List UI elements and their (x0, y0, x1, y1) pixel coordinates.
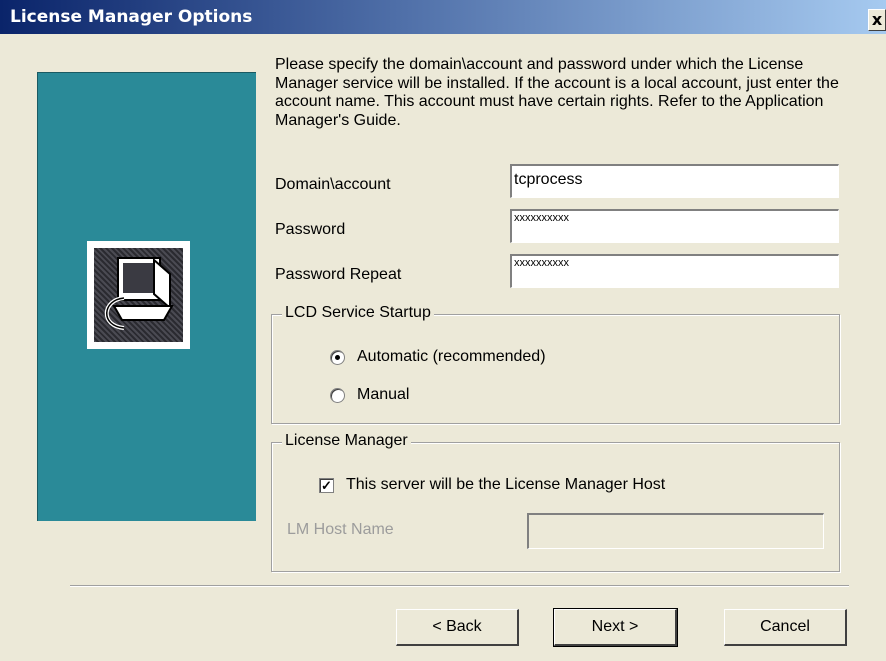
computer-setup-icon (87, 241, 190, 349)
title-bar: License Manager Options x (0, 0, 886, 34)
close-icon[interactable]: x (872, 10, 882, 29)
license-manager-title: License Manager (282, 432, 411, 450)
password-repeat-label: Password Repeat (275, 266, 402, 283)
radio-manual[interactable]: Manual (330, 386, 409, 404)
radio-manual-indicator[interactable] (330, 387, 345, 403)
radio-automatic-indicator[interactable] (330, 349, 345, 365)
radio-automatic[interactable]: Automatic (recommended) (330, 348, 546, 366)
side-banner (37, 72, 256, 521)
window-title: License Manager Options (10, 7, 253, 27)
lm-host-checkbox-label: This server will be the License Manager … (346, 476, 666, 493)
cancel-button[interactable]: Cancel (724, 609, 847, 646)
password-label: Password (275, 221, 346, 238)
checkbox-checked-icon[interactable]: ✓ (319, 477, 334, 493)
lm-host-name-input[interactable] (527, 513, 824, 549)
license-manager-group: License Manager ✓ This server will be th… (271, 432, 840, 572)
password-input[interactable]: xxxxxxxxxx (510, 209, 839, 243)
lcd-startup-title: LCD Service Startup (282, 304, 434, 322)
lcd-startup-group: LCD Service Startup Automatic (recommend… (271, 304, 840, 424)
radio-manual-label: Manual (357, 386, 410, 403)
radio-automatic-label: Automatic (recommended) (357, 348, 546, 365)
lm-host-checkbox[interactable]: ✓ This server will be the License Manage… (319, 476, 665, 494)
next-button[interactable]: Next > (553, 608, 678, 647)
close-button[interactable]: x (868, 9, 886, 31)
lm-host-name-label: LM Host Name (287, 521, 394, 538)
password-repeat-input[interactable]: xxxxxxxxxx (510, 254, 839, 288)
back-button[interactable]: < Back (396, 609, 519, 646)
domain-account-input[interactable]: tcprocess (510, 164, 839, 198)
instructions-text: Please specify the domain\account and pa… (275, 56, 839, 129)
divider (70, 585, 849, 587)
domain-account-label: Domain\account (275, 176, 391, 193)
